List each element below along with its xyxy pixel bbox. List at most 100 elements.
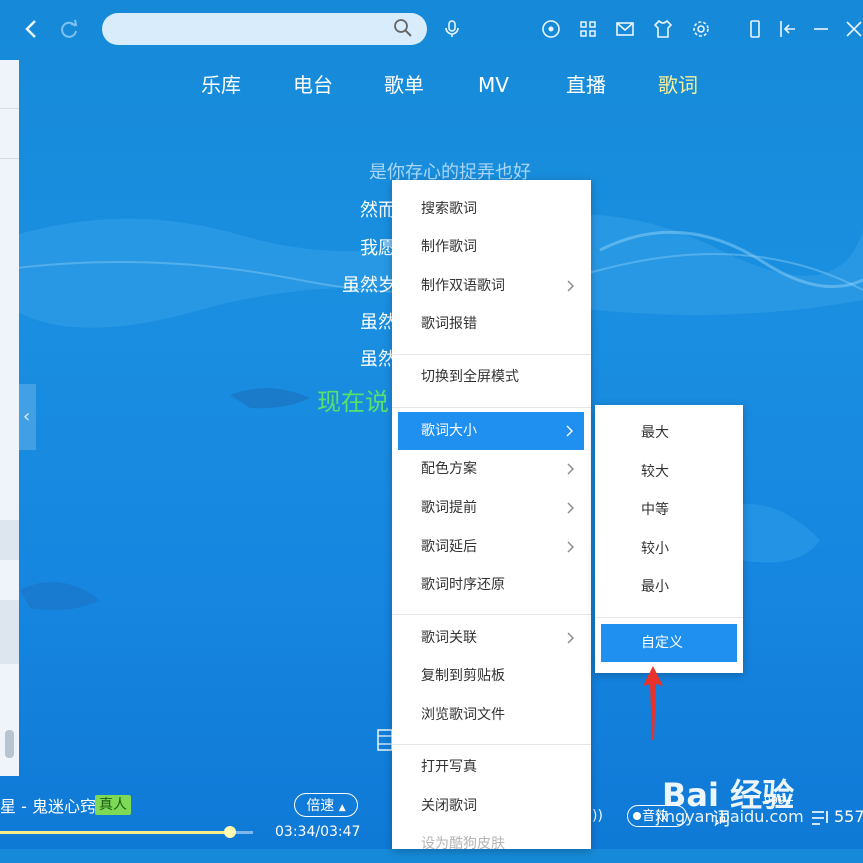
menu-item-reset-timing[interactable]: 歌词时序还原 bbox=[392, 566, 591, 604]
menu-item-lyrics-delay[interactable]: 歌词延后 bbox=[392, 528, 591, 566]
menu-item-lyric-size[interactable]: 歌词大小 bbox=[398, 412, 584, 450]
mail-icon[interactable] bbox=[614, 18, 636, 40]
menu-item-label: 制作歌词 bbox=[421, 239, 477, 255]
menu-item-lyrics-advance[interactable]: 歌词提前 bbox=[392, 489, 591, 527]
music-circle-icon[interactable] bbox=[540, 18, 562, 40]
panel-row[interactable] bbox=[0, 600, 19, 664]
menu-item-report-lyrics[interactable]: 歌词报错 bbox=[392, 305, 591, 343]
chevron-right-icon bbox=[567, 463, 574, 475]
menu-item-link-lyrics[interactable]: 歌词关联 bbox=[392, 619, 591, 657]
menu-item-label: 复制到剪贴板 bbox=[421, 668, 505, 684]
nav-tab-live[interactable]: 直播 bbox=[566, 70, 606, 100]
menu-separator bbox=[392, 407, 591, 408]
menu-item-set-skin: 设为酷狗皮肤 bbox=[392, 825, 591, 863]
menu-item-label: 搜索歌词 bbox=[421, 201, 477, 217]
lyric-line: 虽然岁 bbox=[342, 275, 396, 296]
menu-item-label: 打开写真 bbox=[421, 759, 477, 775]
size-option-custom[interactable]: 自定义 bbox=[601, 624, 737, 662]
collapse-icon[interactable] bbox=[777, 18, 799, 40]
menu-item-browse-file[interactable]: 浏览歌词文件 bbox=[392, 696, 591, 734]
left-side-panel bbox=[0, 60, 19, 776]
panel-scrollbar[interactable] bbox=[5, 730, 14, 758]
nav-tab-radio[interactable]: 电台 bbox=[293, 70, 333, 100]
menu-item-close-lyrics[interactable]: 关闭歌词 bbox=[392, 787, 591, 825]
menu-item-label: 歌词延后 bbox=[421, 539, 477, 555]
menu-item-label: 配色方案 bbox=[421, 461, 477, 477]
menu-item-label: 设为酷狗皮肤 bbox=[421, 836, 505, 852]
menu-separator bbox=[392, 614, 591, 615]
size-option-smallest[interactable]: 最小 bbox=[595, 568, 743, 606]
annotation-arrow bbox=[643, 666, 663, 740]
panel-row[interactable] bbox=[0, 520, 19, 560]
chevron-right-icon bbox=[567, 632, 574, 644]
sound-wave-icon[interactable]: )) bbox=[592, 808, 603, 824]
menu-item-make-lyrics[interactable]: 制作歌词 bbox=[392, 228, 591, 266]
size-option-medium[interactable]: 中等 bbox=[595, 491, 743, 529]
minimize-icon[interactable] bbox=[810, 18, 832, 40]
size-option-large[interactable]: 较大 bbox=[595, 453, 743, 491]
panel-expand-handle[interactable]: ‹ bbox=[19, 384, 36, 450]
menu-item-label: 歌词报错 bbox=[421, 316, 477, 332]
menu-item-label: 歌词大小 bbox=[421, 423, 477, 439]
close-icon[interactable] bbox=[843, 18, 863, 40]
progress-fill bbox=[0, 831, 231, 834]
menu-item-bilingual-lyrics[interactable]: 制作双语歌词 bbox=[392, 267, 591, 305]
chevron-right-icon bbox=[567, 502, 574, 514]
settings-gear-icon[interactable] bbox=[690, 18, 712, 40]
menu-item-color-scheme[interactable]: 配色方案 bbox=[392, 450, 591, 488]
nav-tab-library[interactable]: 乐库 bbox=[201, 70, 241, 100]
menu-item-label: 制作双语歌词 bbox=[421, 278, 505, 294]
panel-divider bbox=[0, 108, 19, 109]
panel-divider bbox=[0, 158, 19, 159]
mini-mode-icon[interactable] bbox=[744, 18, 766, 40]
size-option-small[interactable]: 较小 bbox=[595, 530, 743, 568]
skin-shirt-icon[interactable] bbox=[652, 18, 674, 40]
film-strip-icon[interactable] bbox=[377, 729, 393, 751]
search-icon[interactable] bbox=[393, 18, 413, 38]
sound-effect-dot-icon bbox=[633, 812, 641, 820]
nav-tab-mv[interactable]: MV bbox=[478, 70, 509, 100]
song-title[interactable]: 星 - 鬼迷心窍 bbox=[0, 793, 96, 817]
lyric-size-submenu: 最大 较大 中等 较小 最小 自定义 bbox=[595, 405, 743, 673]
nav-tab-playlist[interactable]: 歌单 bbox=[384, 70, 424, 100]
lyric-line: 虽然 bbox=[360, 349, 396, 370]
menu-item-label: 歌词时序还原 bbox=[421, 577, 505, 593]
menu-separator bbox=[392, 744, 591, 745]
main-nav: 乐库 电台 歌单 MV 直播 歌词 bbox=[0, 70, 863, 100]
progress-knob[interactable] bbox=[224, 826, 237, 838]
menu-item-label: 歌词提前 bbox=[421, 500, 477, 516]
refresh-icon[interactable] bbox=[58, 18, 80, 40]
apps-grid-icon[interactable] bbox=[577, 18, 599, 40]
chevron-right-icon bbox=[566, 425, 573, 437]
menu-item-fullscreen[interactable]: 切换到全屏模式 bbox=[392, 358, 591, 396]
title-bar bbox=[0, 0, 863, 60]
baidu-jingyan-watermark: Bai 经验 jingyan.baidu.com bbox=[656, 752, 863, 832]
menu-item-open-photo[interactable]: 打开写真 bbox=[392, 748, 591, 786]
menu-separator bbox=[392, 354, 591, 355]
menu-item-search-lyrics[interactable]: 搜索歌词 bbox=[392, 190, 591, 228]
playback-speed-button[interactable]: 倍速 ▲ bbox=[294, 793, 358, 817]
live-badge[interactable]: 真人 bbox=[95, 795, 131, 815]
progress-slider[interactable] bbox=[0, 826, 253, 838]
chevron-right-icon bbox=[567, 541, 574, 553]
search-input[interactable] bbox=[102, 13, 427, 45]
nav-tab-lyrics[interactable]: 歌词 bbox=[658, 70, 698, 100]
watermark-url: jingyan.baidu.com bbox=[656, 807, 804, 826]
lyric-line: 虽然 bbox=[360, 312, 396, 333]
menu-item-label: 关闭歌词 bbox=[421, 798, 477, 814]
menu-item-copy-clipboard[interactable]: 复制到剪贴板 bbox=[392, 657, 591, 695]
menu-item-label: 切换到全屏模式 bbox=[421, 369, 519, 385]
back-icon[interactable] bbox=[21, 18, 43, 40]
speed-label: 倍速 bbox=[306, 798, 335, 814]
current-lyric-line: 现在说 bbox=[317, 388, 389, 416]
lyric-line: 我愿 bbox=[360, 238, 396, 259]
submenu-separator bbox=[595, 617, 743, 618]
caret-up-icon: ▲ bbox=[338, 803, 346, 813]
voice-search-icon[interactable] bbox=[441, 18, 463, 40]
menu-item-label: 浏览歌词文件 bbox=[421, 707, 505, 723]
chevron-right-icon bbox=[567, 280, 574, 292]
size-option-largest[interactable]: 最大 bbox=[595, 414, 743, 452]
playback-time: 03:34/03:47 bbox=[275, 824, 361, 840]
chevron-left-icon: ‹ bbox=[23, 406, 31, 427]
menu-item-label: 歌词关联 bbox=[421, 630, 477, 646]
